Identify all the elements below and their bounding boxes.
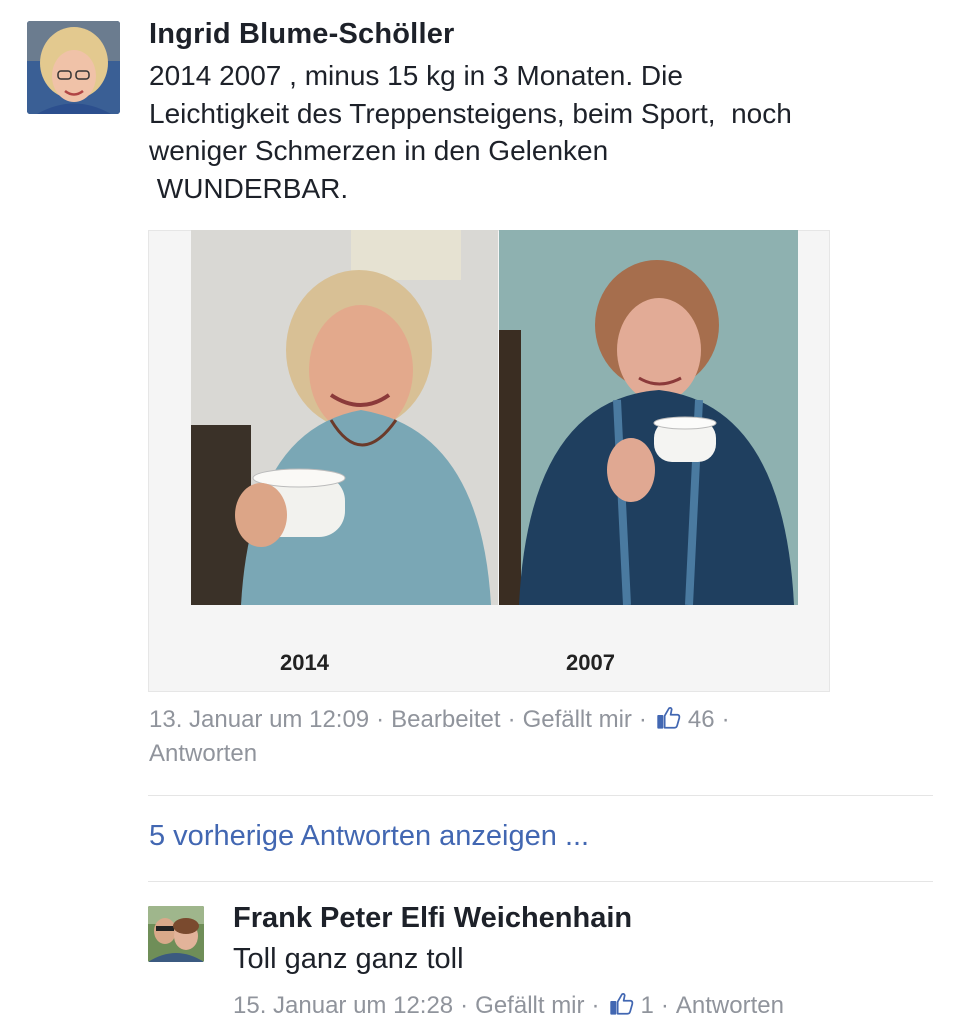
- thumbs-up-icon[interactable]: [656, 705, 682, 738]
- separator-dot: ·: [591, 992, 600, 1019]
- author-avatar[interactable]: [27, 21, 120, 114]
- comment-text-line: 2014 2007 , minus 15 kg in 3 Monaten. Di…: [149, 60, 683, 91]
- photo-caption-left: 2014: [280, 650, 329, 675]
- comment-text-line: Leichtigkeit des Treppensteigens, beim S…: [149, 97, 792, 129]
- like-count[interactable]: 46: [688, 706, 715, 733]
- reply-reply-link[interactable]: Antworten: [676, 992, 784, 1019]
- separator-dot: ·: [660, 992, 669, 1019]
- reply-text: Toll ganz ganz toll: [233, 943, 464, 975]
- thumbs-up-icon[interactable]: [609, 991, 635, 1024]
- separator-dot: ·: [376, 706, 385, 733]
- separator-dot: ·: [638, 706, 647, 733]
- separator-dot: ·: [721, 706, 730, 733]
- edited-label[interactable]: Bearbeitet: [391, 706, 500, 733]
- comment-photo[interactable]: 2014 2007: [148, 230, 830, 692]
- avatar-image: [27, 21, 120, 114]
- reply-like-button[interactable]: Gefällt mir: [475, 992, 584, 1019]
- comment-date[interactable]: 13. Januar um 12:09: [149, 706, 369, 733]
- reply-meta: 15. Januar um 12:28 · Gefällt mir · 1 · Antwor…: [233, 991, 784, 1024]
- reply-date[interactable]: 15. Januar um 12:28: [233, 992, 453, 1019]
- reply-link[interactable]: Antworten: [149, 740, 257, 768]
- comment-author[interactable]: Ingrid Blume-Schöller: [149, 18, 455, 51]
- photo-2014: [191, 230, 498, 605]
- avatar-image: [148, 906, 204, 962]
- like-button[interactable]: Gefällt mir: [523, 706, 632, 733]
- separator-dot: ·: [507, 706, 516, 733]
- comment-meta: 13. Januar um 12:09 · Bearbeitet · Gefällt m…: [149, 705, 737, 738]
- photo-2007: [499, 230, 798, 605]
- photo-caption-right: 2007: [566, 650, 615, 675]
- reply-author[interactable]: Frank Peter Elfi Weichenhain: [233, 902, 632, 935]
- reply-like-count[interactable]: 1: [641, 992, 654, 1019]
- comment-text: 2014 2007 , minus 15 kg in 3 Monaten. Di…: [149, 57, 939, 207]
- reply-author-avatar[interactable]: [148, 906, 204, 962]
- show-previous-replies-link[interactable]: 5 vorherige Antworten anzeigen ...: [149, 820, 589, 853]
- divider: [148, 795, 933, 796]
- comment-text-line: weniger Schmerzen in den Gelenken: [149, 135, 609, 166]
- divider: [148, 881, 933, 882]
- separator-dot: ·: [460, 992, 469, 1019]
- comment-text-line: WUNDERBAR.: [149, 172, 349, 204]
